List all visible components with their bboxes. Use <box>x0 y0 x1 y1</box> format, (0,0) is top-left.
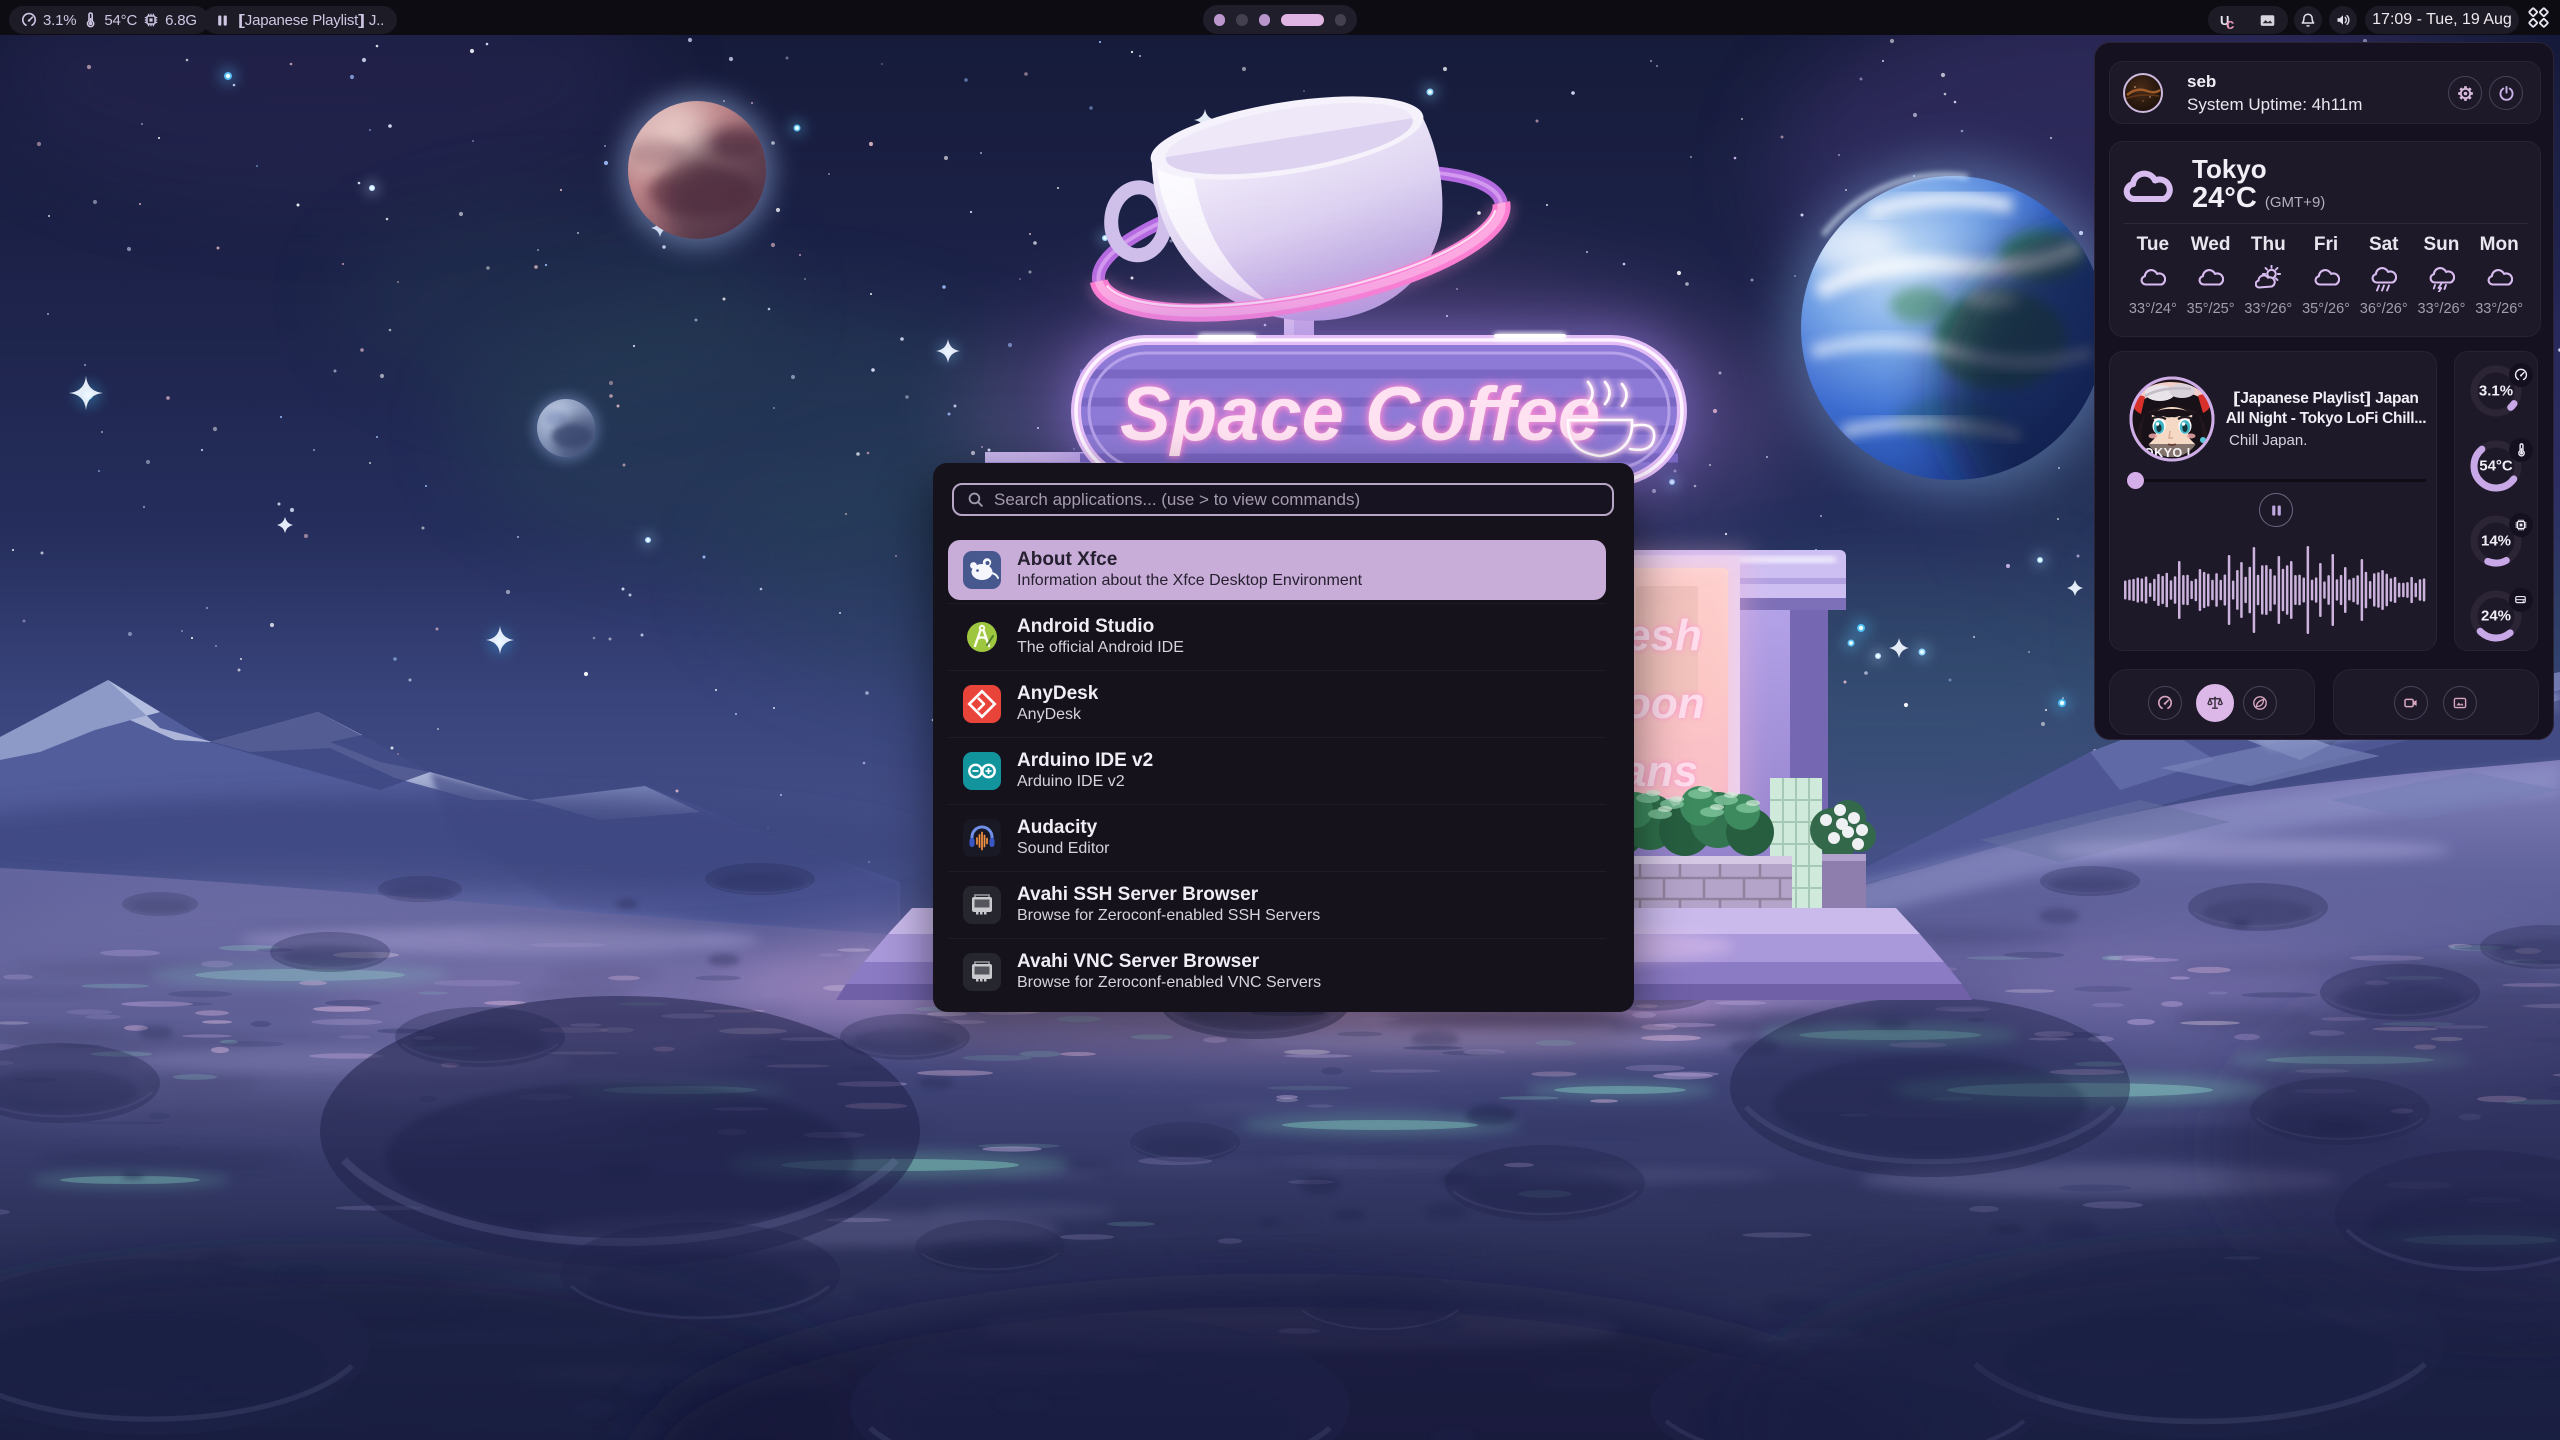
svg-text:Space Coffee: Space Coffee <box>1120 372 1600 457</box>
